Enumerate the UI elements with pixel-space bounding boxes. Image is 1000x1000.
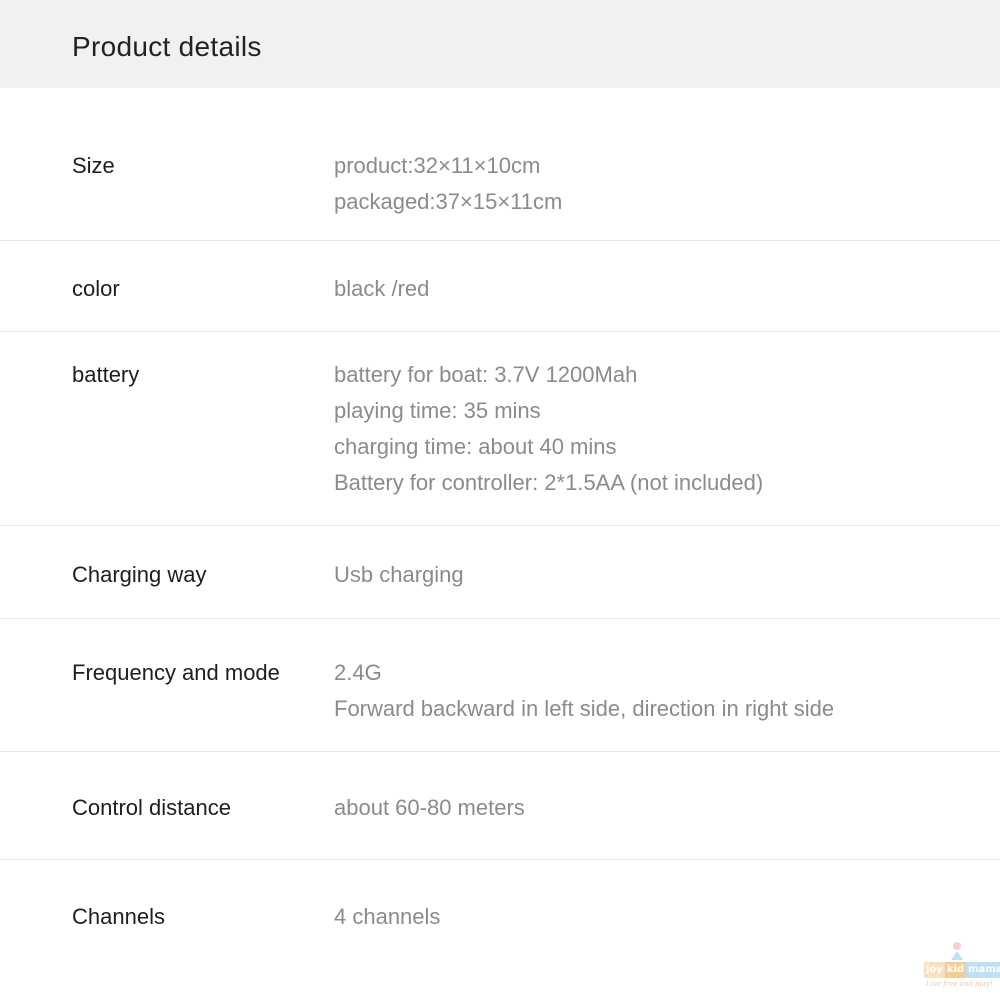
watermark-part: joy	[924, 962, 945, 978]
spec-value: product:32×11×10cm	[334, 153, 541, 178]
brand-watermark-logo: joy kid mama Live free and play!	[924, 940, 1000, 996]
row-divider	[0, 240, 1000, 241]
spec-label: Frequency and mode	[72, 660, 280, 685]
row-divider	[0, 525, 1000, 526]
spec-value: packaged:37×15×11cm	[334, 189, 563, 214]
spec-values: product:32×11×10cm packaged:37×15×11cm	[334, 148, 562, 220]
watermark-part: mama	[966, 962, 1000, 978]
row-divider	[0, 751, 1000, 752]
spec-value: about 60-80 meters	[334, 795, 525, 820]
spec-value: 4 channels	[334, 904, 441, 929]
spec-value: Usb charging	[334, 562, 464, 587]
spec-values: 2.4G Forward backward in left side, dire…	[334, 655, 834, 727]
spec-values: Usb charging	[334, 557, 464, 593]
spec-label: Channels	[72, 904, 165, 929]
spec-values: 4 channels	[334, 899, 440, 935]
spec-value: Battery for controller: 2*1.5AA (not inc…	[334, 470, 764, 495]
spec-value: 2.4G	[334, 660, 382, 685]
row-divider	[0, 618, 1000, 619]
spec-label: Size	[72, 153, 115, 178]
spec-values: battery for boat: 3.7V 1200Mah playing t…	[334, 357, 763, 501]
spec-value: black /red	[334, 276, 430, 301]
spec-label: color	[72, 276, 120, 301]
spec-values: about 60-80 meters	[334, 790, 525, 826]
spec-value: playing time: 35 mins	[334, 398, 541, 423]
spec-value: charging time: about 40 mins	[334, 434, 617, 459]
row-divider	[0, 859, 1000, 860]
watermark-tagline: Live free and play!	[926, 980, 993, 988]
spec-label: battery	[72, 362, 140, 387]
row-divider	[0, 331, 1000, 332]
watermark-wordmark: joy kid mama	[924, 962, 1000, 978]
spec-value: battery for boat: 3.7V 1200Mah	[334, 362, 638, 387]
spec-value: Forward backward in left side, direction…	[334, 696, 835, 721]
spec-label: Control distance	[72, 795, 231, 820]
spec-values: black /red	[334, 271, 429, 307]
child-figure-icon	[951, 942, 963, 960]
page-header: Product details	[0, 0, 1000, 88]
spec-label: Charging way	[72, 562, 207, 587]
watermark-part: kid	[944, 962, 967, 978]
page-title: Product details	[72, 31, 262, 62]
